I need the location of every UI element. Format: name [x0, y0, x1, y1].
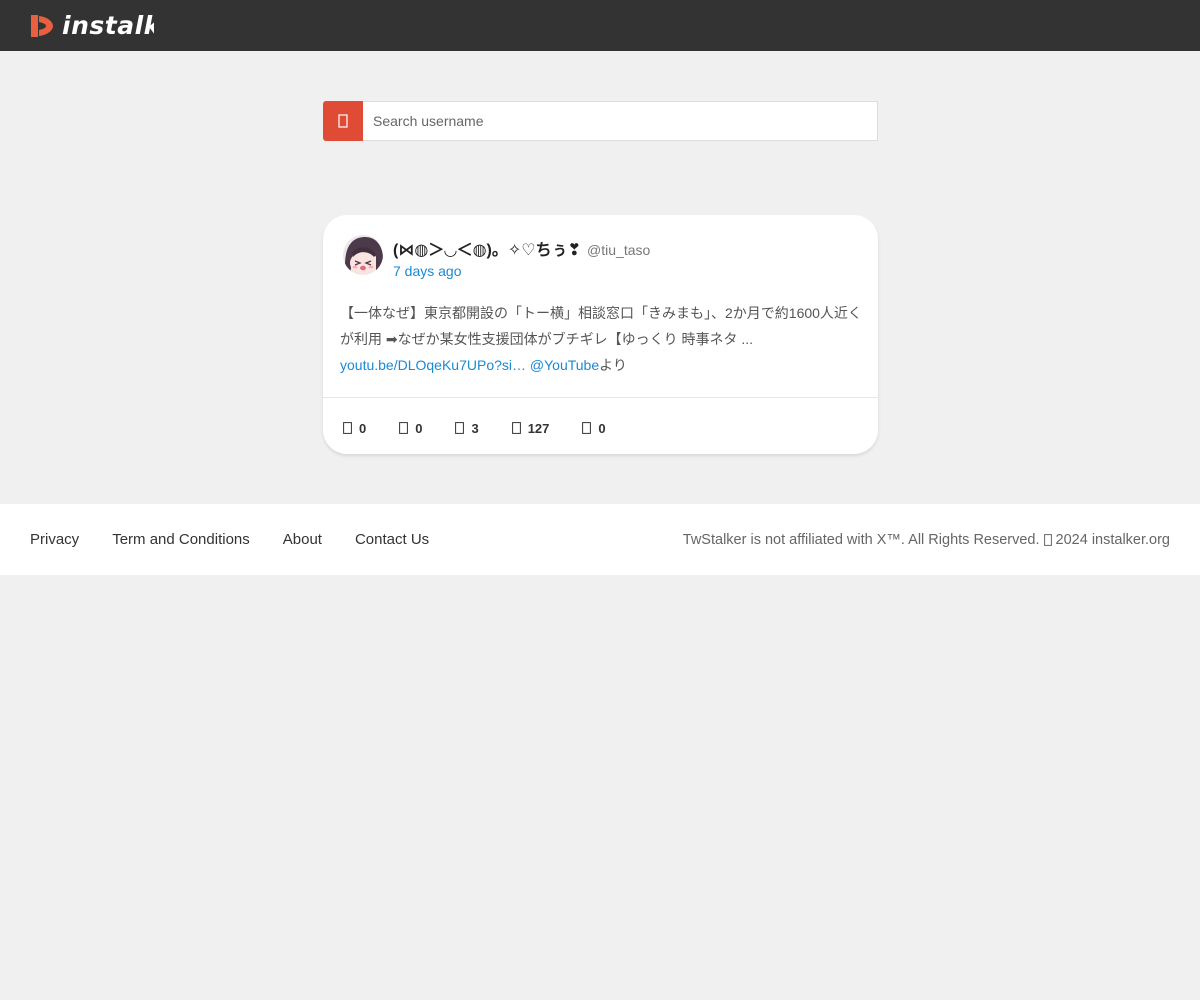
retweet-count[interactable]: 0: [399, 421, 422, 436]
avatar-image: [343, 235, 383, 275]
tweet-stats: 0 0 3 127 0: [343, 418, 639, 438]
tweet-text: 【一体なぜ】東京都開設の「トー横」相談窓口「きみまも」、2か月で約1600人近く…: [340, 300, 865, 378]
retweet-count-value: 0: [415, 420, 423, 436]
logo-text: instalker: [62, 11, 154, 40]
bookmark-count[interactable]: 0: [582, 420, 606, 436]
views-count-value: 127: [527, 420, 550, 436]
tweet-author: (⋈◍＞◡＜◍)。✧♡ちぅ❣ @tiu_taso: [393, 236, 650, 260]
card-divider: [323, 397, 878, 398]
views-count[interactable]: 127: [511, 420, 550, 436]
search-icon: [338, 114, 348, 128]
reply-count-value: 0: [359, 420, 367, 436]
bookmark-icon: [582, 422, 592, 434]
search-button[interactable]: [323, 101, 363, 141]
search-bar: [323, 101, 878, 141]
like-count-value: 3: [471, 420, 479, 436]
footer-link-privacy[interactable]: Privacy: [30, 531, 79, 548]
like-icon: [455, 422, 465, 434]
footer-link-terms[interactable]: Term and Conditions: [112, 531, 250, 548]
tweet-card: (⋈◍＞◡＜◍)。✧♡ちぅ❣ @tiu_taso 7 days ago 【一体な…: [323, 215, 878, 454]
copyright-notice: TwStalker is not affiliated with X™. All…: [683, 504, 1170, 575]
top-navbar: instalker: [0, 0, 1200, 51]
search-input[interactable]: [363, 101, 878, 141]
tweet-mention[interactable]: @YouTube: [530, 357, 599, 373]
reply-count[interactable]: 0: [343, 421, 366, 436]
display-name[interactable]: (⋈◍＞◡＜◍)。✧♡ちぅ❣: [393, 236, 581, 260]
footer-links: Privacy Term and Conditions About Contac…: [30, 504, 462, 575]
footer: Privacy Term and Conditions About Contac…: [0, 504, 1200, 575]
user-handle[interactable]: @tiu_taso: [587, 242, 650, 258]
copyright-prefix: TwStalker is not affiliated with X™. All…: [682, 531, 1040, 548]
tweet-link[interactable]: youtu.be/DLOqeKu7UPo?si…: [340, 357, 526, 373]
views-icon: [511, 422, 521, 434]
reply-icon: [343, 422, 352, 434]
like-count[interactable]: 3: [455, 420, 479, 436]
tweet-body-text: 【一体なぜ】東京都開設の「トー横」相談窓口「きみまも」、2か月で約1600人近く…: [340, 305, 862, 347]
logo-icon: [31, 15, 53, 37]
retweet-icon: [399, 422, 409, 434]
tweet-suffix: より: [599, 357, 627, 373]
avatar[interactable]: [343, 235, 383, 275]
copyright-icon: [1043, 533, 1052, 546]
copyright-suffix: 2024 instalker.org: [1055, 531, 1170, 548]
site-logo[interactable]: instalker: [28, 11, 154, 41]
footer-link-about[interactable]: About: [283, 531, 322, 548]
footer-link-contact[interactable]: Contact Us: [355, 531, 429, 548]
tweet-timestamp[interactable]: 7 days ago: [393, 263, 462, 279]
bookmark-count-value: 0: [598, 420, 606, 436]
